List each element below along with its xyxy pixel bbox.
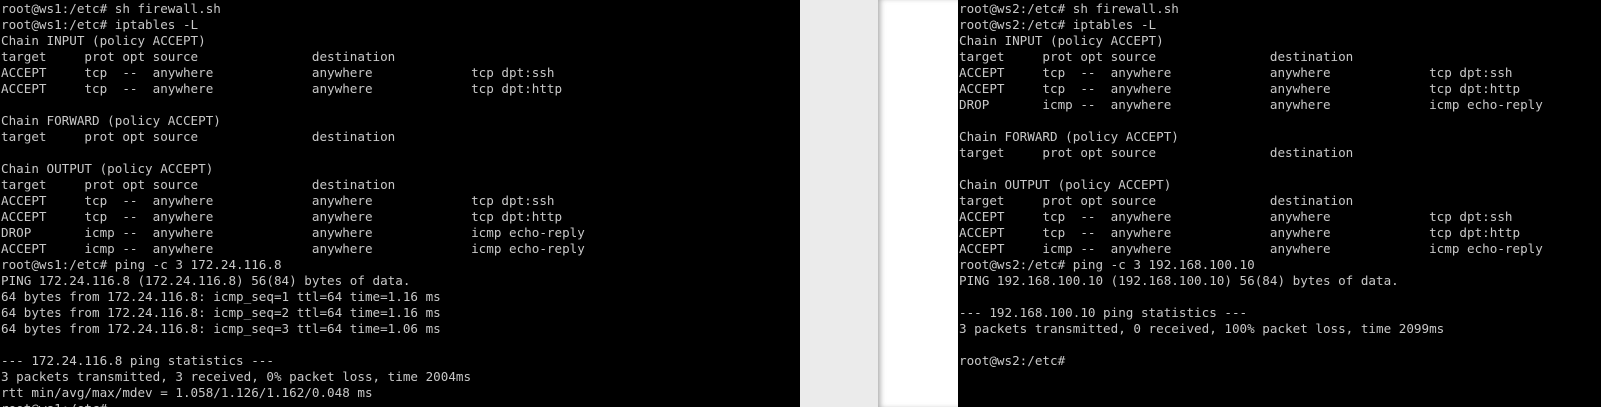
- terminal-ws2-output: root@ws2:/etc# sh firewall.sh root@ws2:/e…: [959, 1, 1543, 369]
- terminal-line: ACCEPT tcp -- anywhere anywhere tcp dpt:…: [959, 209, 1513, 224]
- terminal-line: Chain OUTPUT (policy ACCEPT): [1, 161, 214, 176]
- terminal-line: --- 192.168.100.10 ping statistics ---: [959, 305, 1248, 320]
- terminal-line: root@ws1:/etc# iptables -L: [1, 17, 199, 32]
- terminal-line: Chain FORWARD (policy ACCEPT): [1, 113, 221, 128]
- terminal-line: rtt min/avg/max/mdev = 1.058/1.126/1.162…: [1, 385, 373, 400]
- screen: root@ws1:/etc# sh firewall.sh root@ws1:/e…: [0, 0, 1601, 407]
- terminal-line: ACCEPT tcp -- anywhere anywhere tcp dpt:…: [1, 81, 563, 96]
- terminal-line: Chain INPUT (policy ACCEPT): [959, 33, 1164, 48]
- terminal-line: 64 bytes from 172.24.116.8: icmp_seq=1 t…: [1, 289, 441, 304]
- terminal-line: 3 packets transmitted, 0 received, 100% …: [959, 321, 1445, 336]
- terminal-line: target prot opt source destination: [1, 49, 396, 64]
- terminal-line: target prot opt source destination: [959, 193, 1354, 208]
- terminal-line: ACCEPT tcp -- anywhere anywhere tcp dpt:…: [1, 209, 563, 224]
- terminal-ws1[interactable]: root@ws1:/etc# sh firewall.sh root@ws1:/e…: [0, 0, 800, 407]
- terminal-ws1-output: root@ws1:/etc# sh firewall.sh root@ws1:/e…: [1, 1, 585, 407]
- terminal-line: Chain INPUT (policy ACCEPT): [1, 33, 206, 48]
- terminal-line: ACCEPT icmp -- anywhere anywhere icmp ec…: [1, 241, 585, 256]
- terminal-line: root@ws1:/etc# ping -c 3 172.24.116.8: [1, 257, 282, 272]
- terminal-line: root@ws2:/etc# iptables -L: [959, 17, 1157, 32]
- terminal-line: ACCEPT tcp -- anywhere anywhere tcp dpt:…: [959, 81, 1521, 96]
- terminal-line: ACCEPT tcp -- anywhere anywhere tcp dpt:…: [959, 65, 1513, 80]
- terminal-line: --- 172.24.116.8 ping statistics ---: [1, 353, 274, 368]
- terminal-line: Chain OUTPUT (policy ACCEPT): [959, 177, 1172, 192]
- terminal-line: Chain FORWARD (policy ACCEPT): [959, 129, 1179, 144]
- terminal-line: 64 bytes from 172.24.116.8: icmp_seq=3 t…: [1, 321, 441, 336]
- terminal-line: target prot opt source destination: [959, 145, 1354, 160]
- terminal-line: 64 bytes from 172.24.116.8: icmp_seq=2 t…: [1, 305, 441, 320]
- terminal-line: root@ws1:/etc#: [1, 401, 585, 407]
- terminal-line: PING 192.168.100.10 (192.168.100.10) 56(…: [959, 273, 1399, 288]
- terminal-line: target prot opt source destination: [959, 49, 1354, 64]
- terminal-line: PING 172.24.116.8 (172.24.116.8) 56(84) …: [1, 273, 411, 288]
- terminal-line: target prot opt source destination: [1, 129, 396, 144]
- terminal-line: ACCEPT tcp -- anywhere anywhere tcp dpt:…: [1, 193, 555, 208]
- terminal-line: root@ws2:/etc#: [959, 353, 1066, 368]
- terminal-line: root@ws2:/etc# ping -c 3 192.168.100.10: [959, 257, 1255, 272]
- desktop-background: [800, 0, 878, 407]
- terminal-line: root@ws1:/etc# sh firewall.sh: [1, 1, 221, 16]
- window-gap: [800, 0, 958, 407]
- terminal-ws2[interactable]: root@ws2:/etc# sh firewall.sh root@ws2:/e…: [958, 0, 1601, 407]
- terminal-line: DROP icmp -- anywhere anywhere icmp echo…: [1, 225, 585, 240]
- terminal-line: ACCEPT tcp -- anywhere anywhere tcp dpt:…: [959, 225, 1521, 240]
- terminal-line: root@ws2:/etc# sh firewall.sh: [959, 1, 1179, 16]
- terminal-line: ACCEPT tcp -- anywhere anywhere tcp dpt:…: [1, 65, 555, 80]
- terminal-line: DROP icmp -- anywhere anywhere icmp echo…: [959, 97, 1543, 112]
- window-edge: [878, 0, 958, 407]
- terminal-line: target prot opt source destination: [1, 177, 396, 192]
- terminal-line: ACCEPT icmp -- anywhere anywhere icmp ec…: [959, 241, 1543, 256]
- terminal-line: 3 packets transmitted, 3 received, 0% pa…: [1, 369, 472, 384]
